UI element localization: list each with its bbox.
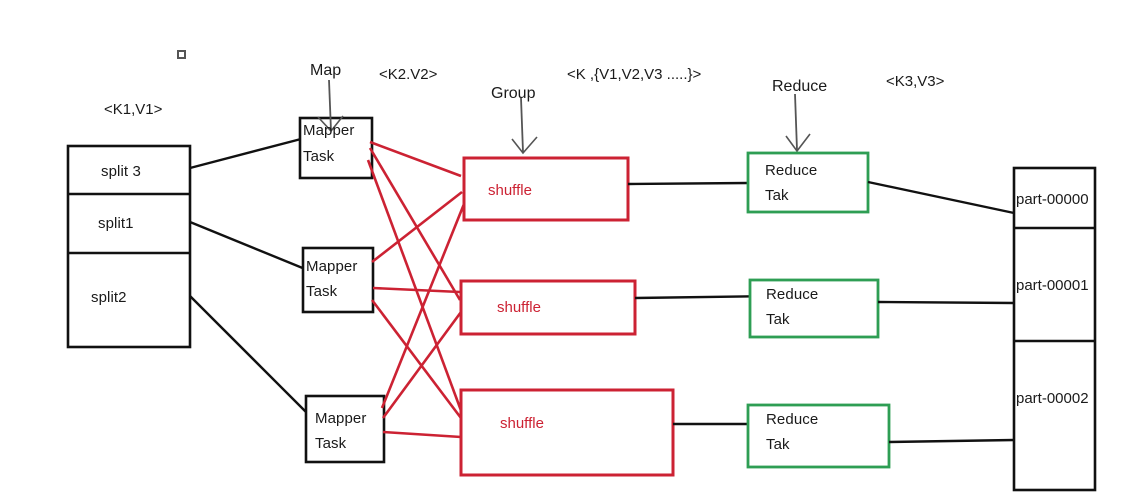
group-arrow: [511, 97, 538, 155]
connector-m3-s3: [382, 430, 462, 439]
output-label-3: part-00002: [1016, 390, 1089, 407]
mapper-label-1-line1: Mapper: [303, 122, 355, 139]
reducer-label-3-line1: Reduce: [766, 411, 819, 428]
mapper-to-shuffle-connectors: [366, 140, 472, 439]
mapreduce-diagram: <K1,V1> Map <K2.V2> Group <K ,{V1,V2,V3 …: [0, 0, 1127, 500]
reduce-to-output-connectors: [867, 180, 1015, 444]
stray-square-mark: [177, 50, 186, 59]
reducer-label-2-line2: Tak: [766, 311, 790, 328]
output-partitions-box: [1012, 166, 1097, 492]
connector-r2-part1: [877, 300, 1015, 305]
output-label-2: part-00001: [1016, 277, 1089, 294]
label-reduce: Reduce: [772, 78, 828, 95]
shuffle-label-2: shuffle: [497, 299, 541, 316]
connector-m3-s1: [380, 203, 466, 409]
shuffle-box-3: [459, 388, 675, 477]
mapper-label-2-line1: Mapper: [306, 258, 358, 275]
diagram-vector-layer: [66, 79, 1097, 492]
reducer-label-1-line2: Tak: [765, 187, 789, 204]
label-k-list: <K ,{V1,V2,V3 .....}>: [567, 66, 702, 83]
output-label-1: part-00000: [1016, 191, 1089, 208]
connector-m2-s1: [371, 190, 463, 264]
split-label-3: split2: [91, 289, 127, 306]
mapper-label-1-line2: Task: [303, 148, 335, 165]
connector-split2-mapper3: [189, 295, 309, 415]
shuffle-box-2: [459, 279, 637, 336]
reducer-label-3-line2: Tak: [766, 436, 790, 453]
split-label-2: split1: [98, 215, 134, 232]
shuffle-boxes: [459, 156, 675, 477]
connector-r1-part0: [867, 180, 1015, 215]
reducer-label-1-line1: Reduce: [765, 162, 818, 179]
connector-s1-r1: [627, 181, 749, 186]
mapper-box-3: [304, 394, 386, 464]
mapper-label-3-line1: Mapper: [315, 410, 367, 427]
connector-r3-part2: [888, 438, 1015, 444]
label-k3v3: <K3,V3>: [886, 73, 945, 90]
reducer-label-2-line1: Reduce: [766, 286, 819, 303]
label-k2v2: <K2.V2>: [379, 66, 438, 83]
mapper-label-3-line2: Task: [315, 435, 347, 452]
label-group: Group: [491, 85, 536, 102]
split-to-mapper-connectors: [189, 137, 309, 415]
shuffle-label-3: shuffle: [500, 415, 544, 432]
connector-split1-mapper2: [189, 220, 306, 271]
split-label-1: split 3: [101, 163, 141, 180]
connector-split3-mapper1: [189, 137, 302, 170]
mapper-label-2-line2: Task: [306, 283, 338, 300]
shuffle-label-1: shuffle: [488, 182, 532, 199]
reduce-arrow: [785, 93, 811, 153]
label-map: Map: [310, 62, 342, 79]
label-k1v1: <K1,V1>: [104, 101, 163, 118]
